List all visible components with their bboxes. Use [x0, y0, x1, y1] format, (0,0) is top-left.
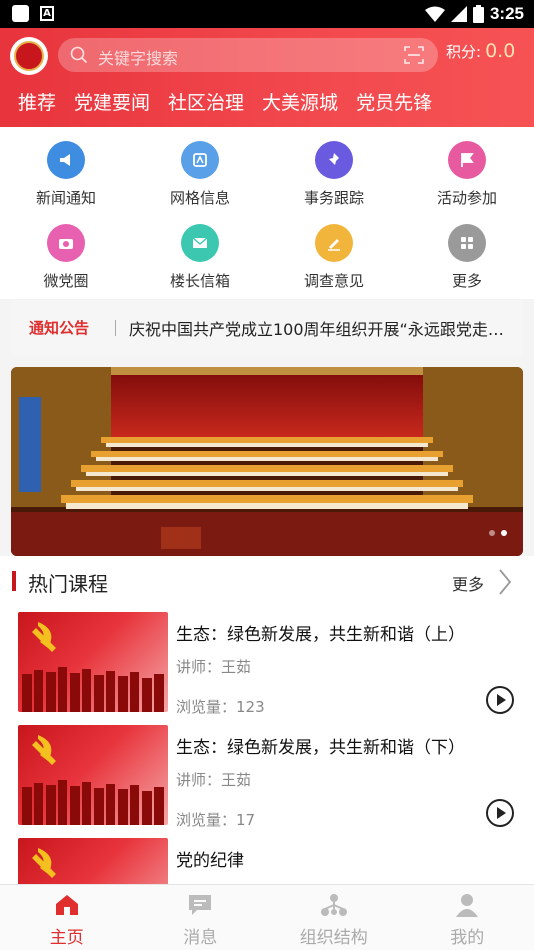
course-thumbnail — [18, 725, 168, 825]
menu-label: 活动参加 — [436, 189, 497, 207]
carousel-dot[interactable] — [489, 530, 495, 536]
nav-org-structure[interactable]: 组织结构 — [267, 885, 401, 950]
menu-label: 楼长信箱 — [169, 272, 230, 290]
menu-label: 网格信息 — [169, 189, 230, 207]
nav-label: 主页 — [49, 928, 84, 948]
menu-item-activity[interactable]: 活动参加 — [412, 141, 522, 208]
menu-label: 调查意见 — [303, 272, 364, 290]
section-title: 热门课程 — [28, 572, 108, 596]
search-icon — [70, 46, 88, 64]
nav-messages[interactable]: 消息 — [134, 885, 268, 950]
banner-image — [11, 367, 523, 556]
points-value: 0.0 — [485, 40, 516, 62]
camera-icon — [47, 224, 85, 262]
pin-icon — [315, 141, 353, 179]
flag-icon — [448, 141, 486, 179]
nav-profile[interactable]: 我的 — [401, 885, 534, 950]
scan-icon[interactable] — [404, 46, 424, 64]
nav-label: 组织结构 — [299, 928, 368, 948]
notice-badge: 通知公告 — [29, 319, 90, 337]
tab-recommend[interactable]: 推荐 — [18, 88, 56, 118]
battery-icon — [472, 5, 484, 23]
list-item[interactable]: 党的纪律 — [0, 834, 534, 884]
tab-community[interactable]: 社区治理 — [168, 88, 244, 118]
org-structure-icon — [320, 894, 347, 916]
hot-courses-header: 热门课程 更多 — [0, 556, 534, 608]
notification-icon — [12, 5, 29, 22]
menu-item-survey[interactable]: 调查意见 — [279, 224, 389, 291]
wifi-icon — [424, 6, 445, 22]
mail-icon — [181, 224, 219, 262]
party-logo — [10, 37, 48, 75]
course-title: 党的纪律 — [176, 851, 244, 871]
course-thumbnail — [18, 612, 168, 712]
home-icon — [55, 895, 78, 915]
course-views: 浏览量：17 — [176, 811, 256, 829]
pencil-icon — [315, 224, 353, 262]
font-app-icon: A — [40, 6, 54, 21]
course-teacher: 讲师：王茹 — [176, 658, 252, 676]
search-input[interactable]: 关键字搜索 — [58, 38, 438, 72]
category-tabs: 推荐 党建要闻 社区治理 大美源城 党员先锋 — [0, 88, 534, 118]
nav-label: 消息 — [183, 928, 218, 948]
menu-item-more[interactable]: 更多 — [412, 224, 522, 291]
course-title: 生态：绿色新发展，共生新和谐（上） — [176, 625, 465, 645]
clock: 3:25 — [489, 4, 524, 23]
course-teacher: 讲师：王茹 — [176, 771, 252, 789]
list-item[interactable]: 生态：绿色新发展，共生新和谐（上） 讲师：王茹 浏览量：123 — [0, 608, 534, 721]
search-placeholder: 关键字搜索 — [98, 49, 179, 68]
tab-party-news[interactable]: 党建要闻 — [74, 88, 150, 118]
profile-icon — [456, 894, 479, 917]
points-display[interactable]: 积分: 0.0 — [446, 40, 515, 62]
grid-info-icon — [181, 141, 219, 179]
menu-label: 微党圈 — [43, 272, 89, 290]
more-grid-icon — [448, 224, 486, 262]
carousel-dot-active[interactable] — [501, 530, 507, 536]
course-views: 浏览量：123 — [176, 698, 265, 716]
tab-pioneer[interactable]: 党员先锋 — [356, 88, 432, 118]
chevron-right-icon[interactable] — [498, 568, 512, 596]
status-bar: A 3:25 — [0, 0, 534, 28]
bottom-nav: 主页 消息 组织结构 我的 — [0, 884, 534, 950]
tab-city[interactable]: 大美源城 — [262, 88, 338, 118]
signal-icon — [450, 6, 467, 22]
points-label: 积分: — [446, 43, 482, 61]
menu-label: 更多 — [451, 272, 482, 290]
message-icon — [189, 895, 212, 915]
more-link[interactable]: 更多 — [452, 571, 484, 595]
divider — [115, 320, 116, 336]
menu-item-tracking[interactable]: 事务跟踪 — [279, 141, 389, 208]
nav-label: 我的 — [450, 928, 485, 948]
menu-label: 新闻通知 — [35, 189, 96, 207]
section-accent-bar — [12, 571, 16, 591]
play-icon[interactable] — [486, 686, 514, 714]
menu-label: 事务跟踪 — [303, 189, 364, 207]
play-icon[interactable] — [486, 799, 514, 827]
menu-item-news[interactable]: 新闻通知 — [11, 141, 121, 208]
feature-grid: 新闻通知 网格信息 事务跟踪 活动参加 微党圈 楼长信箱 调查意见 更多 — [0, 127, 534, 299]
course-thumbnail — [18, 838, 168, 884]
banner-carousel[interactable] — [11, 367, 523, 556]
app-header: 关键字搜索 积分: 0.0 推荐 党建要闻 社区治理 大美源城 党员先锋 — [0, 28, 534, 127]
course-title: 生态：绿色新发展，共生新和谐（下） — [176, 738, 465, 758]
megaphone-icon — [47, 141, 85, 179]
nav-home[interactable]: 主页 — [0, 885, 134, 950]
notice-text[interactable]: 庆祝中国共产党成立100周年组织开展“永远跟党走”主题活动 — [129, 316, 509, 340]
menu-item-grid-info[interactable]: 网格信息 — [145, 141, 255, 208]
notice-bar[interactable]: 通知公告 庆祝中国共产党成立100周年组织开展“永远跟党走”主题活动 — [11, 300, 523, 356]
menu-item-mailbox[interactable]: 楼长信箱 — [145, 224, 255, 291]
menu-item-micro-party[interactable]: 微党圈 — [11, 224, 121, 291]
list-item[interactable]: 生态：绿色新发展，共生新和谐（下） 讲师：王茹 浏览量：17 — [0, 721, 534, 834]
course-list: 生态：绿色新发展，共生新和谐（上） 讲师：王茹 浏览量：123 生态：绿色新发展… — [0, 608, 534, 884]
